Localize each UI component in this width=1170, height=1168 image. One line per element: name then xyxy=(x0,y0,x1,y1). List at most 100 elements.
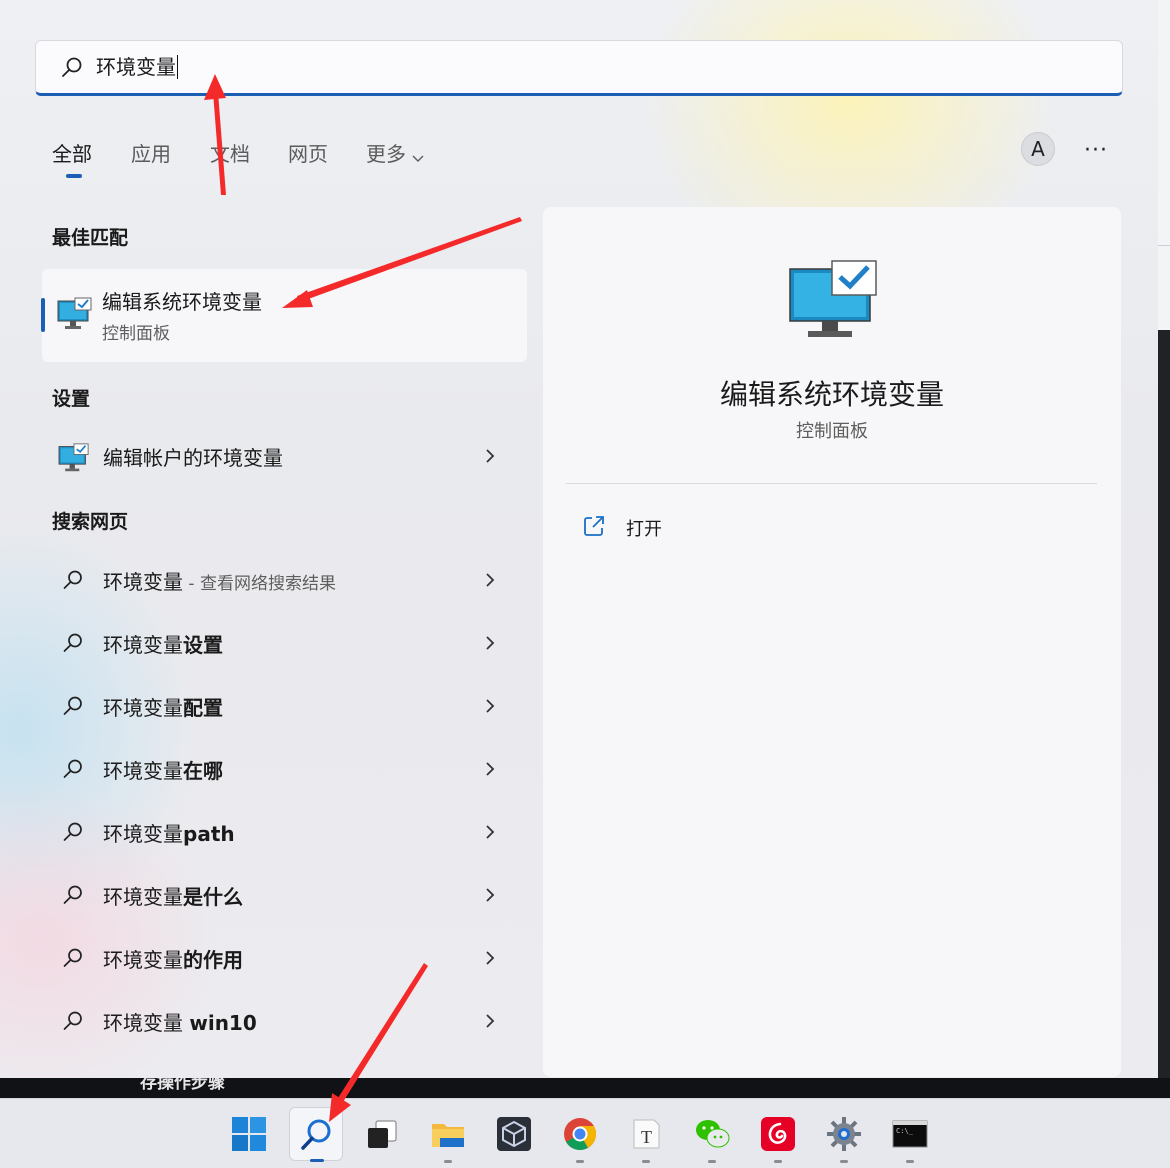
chevron-right-icon xyxy=(485,887,495,907)
background-window-light xyxy=(1158,0,1170,330)
taskbar-settings-button[interactable] xyxy=(817,1107,871,1163)
search-icon xyxy=(62,632,84,658)
tab-documents[interactable]: 文档 xyxy=(210,138,250,167)
web-result-suggestion: 是什么 xyxy=(183,885,243,909)
settings-result-item[interactable]: 编辑帐户的环境变量 xyxy=(42,428,527,484)
web-result-label: 环境变量path xyxy=(103,818,235,847)
search-icon xyxy=(301,1119,331,1150)
search-icon xyxy=(62,1010,84,1036)
svg-text:T: T xyxy=(641,1127,652,1147)
taskbar-task-view-button[interactable] xyxy=(355,1107,409,1161)
computer-monitor-check-icon xyxy=(788,259,880,345)
search-icon xyxy=(60,56,84,84)
taskbar-wechat-button[interactable] xyxy=(685,1107,739,1163)
text-caret xyxy=(177,55,178,79)
chevron-right-icon xyxy=(485,824,495,844)
web-result-label: 环境变量 - 查看网络搜索结果 xyxy=(103,566,336,595)
web-result-item[interactable]: 环境变量 win10 xyxy=(42,993,527,1049)
section-title-web-search: 搜索网页 xyxy=(52,511,129,533)
web-result-label: 环境变量设置 xyxy=(103,629,223,658)
terminal-icon: C:\_ xyxy=(892,1120,928,1148)
windows-logo-icon xyxy=(232,1117,266,1151)
taskbar-start-button[interactable] xyxy=(222,1107,276,1161)
folder-icon xyxy=(432,1124,464,1147)
chevron-right-icon xyxy=(485,950,495,970)
chevron-right-icon xyxy=(485,698,495,718)
svg-text:C:\_: C:\_ xyxy=(896,1127,914,1135)
computer-monitor-check-icon xyxy=(57,297,93,335)
taskbar-terminal-button[interactable]: C:\_ xyxy=(883,1107,937,1163)
web-result-item[interactable]: 环境变量在哪 xyxy=(42,741,527,797)
netease-music-icon xyxy=(761,1117,795,1151)
tab-web[interactable]: 网页 xyxy=(288,138,328,167)
more-options-button[interactable]: ··· xyxy=(1084,138,1108,163)
user-avatar[interactable]: A xyxy=(1021,132,1055,166)
taskbar-netease-music-button[interactable] xyxy=(751,1107,805,1163)
chrome-icon xyxy=(564,1118,597,1151)
web-result-label: 环境变量的作用 xyxy=(103,944,243,973)
chevron-right-icon xyxy=(485,635,495,655)
taskbar-running-indicator xyxy=(840,1160,848,1163)
task-view-icon xyxy=(368,1120,397,1148)
taskbar-typora-button[interactable]: T xyxy=(619,1107,673,1163)
web-result-item[interactable]: 环境变量的作用 xyxy=(42,930,527,986)
web-result-query: 环境变量 xyxy=(103,696,183,720)
web-result-item[interactable]: 环境变量配置 xyxy=(42,678,527,734)
web-result-suggestion: 在哪 xyxy=(183,759,223,783)
web-result-label: 环境变量 win10 xyxy=(103,1007,257,1036)
search-icon xyxy=(62,695,84,721)
selection-indicator xyxy=(41,298,45,332)
active-tab-indicator xyxy=(66,174,82,178)
chevron-down-icon xyxy=(412,144,424,168)
search-icon xyxy=(62,947,84,973)
search-box[interactable]: 环境变量 xyxy=(35,40,1123,96)
search-flyout: 环境变量 全部 应用 文档 网页 更多 A ··· 最佳匹配 编辑系统环境变量 … xyxy=(0,0,1158,1078)
chevron-right-icon xyxy=(485,761,495,781)
taskbar-chrome-button[interactable] xyxy=(553,1107,607,1163)
best-match-title: 编辑系统环境变量 xyxy=(102,290,262,314)
cube-icon xyxy=(497,1117,531,1151)
web-result-suggestion: 配置 xyxy=(183,696,223,720)
search-input[interactable]: 环境变量 xyxy=(96,55,178,79)
wechat-icon xyxy=(696,1120,730,1148)
detail-pane: 编辑系统环境变量 控制面板 打开 xyxy=(543,207,1121,1077)
taskbar-running-indicator xyxy=(906,1160,914,1163)
detail-title: 编辑系统环境变量 xyxy=(719,378,944,411)
background-window-dark xyxy=(1158,330,1170,1090)
web-result-suggestion: 设置 xyxy=(183,633,223,657)
web-result-query: 环境变量 xyxy=(103,1011,190,1035)
web-result-item[interactable]: 环境变量path xyxy=(42,804,527,860)
taskbar-search-button[interactable] xyxy=(289,1107,343,1162)
tab-apps[interactable]: 应用 xyxy=(131,138,171,167)
web-result-item[interactable]: 环境变量是什么 xyxy=(42,867,527,923)
tab-more-label: 更多 xyxy=(366,142,406,166)
tab-all[interactable]: 全部 xyxy=(52,138,92,167)
best-match-subtitle: 控制面板 xyxy=(102,324,170,344)
taskbar-running-indicator xyxy=(774,1160,782,1163)
best-match-item[interactable] xyxy=(42,269,527,362)
taskbar-running-indicator xyxy=(444,1160,452,1163)
chevron-right-icon xyxy=(485,1013,495,1033)
taskbar-running-indicator xyxy=(708,1160,716,1163)
taskbar-virtualbox-button[interactable] xyxy=(487,1107,541,1161)
web-result-query: 环境变量 xyxy=(103,822,183,846)
web-result-item[interactable]: 环境变量设置 xyxy=(42,615,527,671)
web-result-query: 环境变量 xyxy=(103,948,183,972)
taskbar-running-indicator xyxy=(642,1160,650,1163)
divider xyxy=(566,483,1097,484)
search-icon xyxy=(62,569,84,595)
tab-more[interactable]: 更多 xyxy=(366,138,424,168)
section-title-settings: 设置 xyxy=(52,388,91,410)
section-title-best-match: 最佳匹配 xyxy=(52,227,129,249)
taskbar-active-indicator xyxy=(310,1159,324,1162)
taskbar-file-explorer-button[interactable] xyxy=(421,1107,475,1163)
open-external-icon xyxy=(583,515,605,541)
search-icon xyxy=(62,821,84,847)
search-icon xyxy=(62,884,84,910)
background-window-divider xyxy=(1158,245,1170,246)
web-result-label: 环境变量配置 xyxy=(103,692,223,721)
web-result-query: 环境变量 xyxy=(103,570,183,594)
web-result-label: 环境变量是什么 xyxy=(103,881,243,910)
web-result-item[interactable]: 环境变量 - 查看网络搜索结果 xyxy=(42,552,527,608)
gear-icon xyxy=(827,1117,861,1151)
